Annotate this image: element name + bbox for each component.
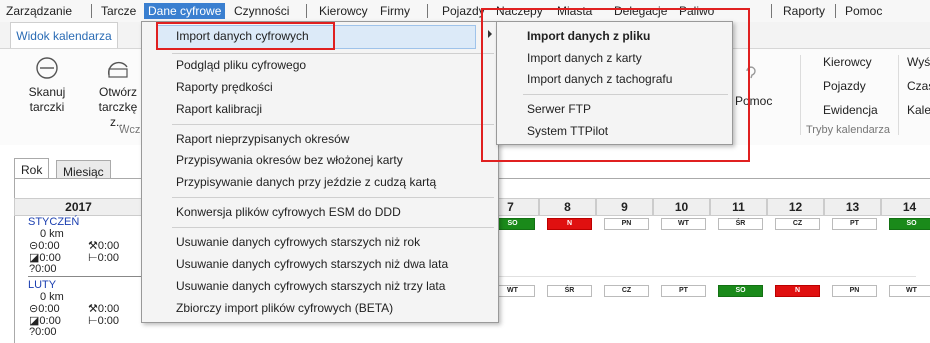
- rest-time: 0:00: [97, 315, 120, 327]
- menu-firmy[interactable]: Firmy: [376, 3, 414, 19]
- open-disc-icon: [108, 61, 128, 78]
- mode-drivers-button[interactable]: Kierowcy: [823, 55, 872, 69]
- ribbon-group-label-left: Wcz: [119, 124, 141, 136]
- annotation-box-submenu: [481, 8, 750, 162]
- day-header: 13: [824, 198, 881, 216]
- day-cell[interactable]: WT: [889, 285, 930, 297]
- menu-pomoc[interactable]: Pomoc: [841, 3, 886, 19]
- day-cell[interactable]: PT: [661, 285, 706, 297]
- scan-disc-button[interactable]: Skanuj tarczki: [18, 55, 76, 115]
- menu-item-assign-foreign-card[interactable]: Przypisywanie danych przy jeździe z cudz…: [176, 173, 436, 191]
- ribbon-group-divider: [898, 55, 899, 135]
- unknown-time: 0:00: [35, 326, 57, 338]
- row-divider: [496, 276, 916, 277]
- menu-separator: [172, 124, 494, 125]
- menu-separator: [172, 197, 494, 198]
- menu-separator: [427, 4, 428, 18]
- day-cell[interactable]: N: [547, 218, 592, 230]
- menu-czynnosci[interactable]: Czynności: [230, 3, 293, 19]
- digital-data-dropdown: Import danych cyfrowych Podgląd pliku cy…: [141, 21, 499, 323]
- rest-time: 0:00: [97, 252, 120, 264]
- day-header: 14: [881, 198, 930, 216]
- day-cell[interactable]: CZ: [604, 285, 649, 297]
- ribbon-option-3[interactable]: Kale: [907, 103, 930, 117]
- ribbon-tab-calendar-view[interactable]: Widok kalendarza: [10, 22, 118, 49]
- day-cell[interactable]: ŚR: [547, 285, 592, 297]
- time-row: ?0:00: [29, 326, 57, 338]
- menu-item-speed-reports[interactable]: Raporty prędkości: [176, 78, 273, 96]
- day-cell[interactable]: PT: [832, 218, 877, 230]
- month-name[interactable]: STYCZEŃ: [28, 216, 79, 228]
- rest-bed-icon: ⊢: [88, 252, 98, 264]
- menu-kierowcy[interactable]: Kierowcy: [315, 3, 372, 19]
- menu-tarcze[interactable]: Tarcze: [97, 3, 140, 19]
- scan-disc-label: Skanuj tarczki: [28, 85, 66, 114]
- menu-item-delete-older-1y[interactable]: Usuwanie danych cyfrowych starszych niż …: [176, 233, 420, 251]
- month-divider: [28, 276, 148, 277]
- time-row: ⊢0:00: [88, 314, 119, 327]
- ribbon-group-divider: [800, 55, 801, 135]
- rest-bed-icon: ⊢: [88, 315, 98, 327]
- day-cell[interactable]: WT: [661, 218, 706, 230]
- day-header: 8: [539, 198, 596, 216]
- day-cell[interactable]: PN: [832, 285, 877, 297]
- menu-separator: [172, 227, 494, 228]
- menu-dane-cyfrowe[interactable]: Dane cyfrowe: [144, 3, 226, 19]
- disc-scan-icon: [36, 57, 58, 79]
- unknown-time: 0:00: [35, 263, 57, 275]
- menu-item-unassigned-periods[interactable]: Raport nieprzypisanych okresów: [176, 130, 349, 148]
- open-disc-label: Otwórz tarczkę z...: [98, 85, 138, 129]
- time-row: ⊢0:00: [88, 251, 119, 264]
- mode-register-button[interactable]: Ewidencja: [823, 103, 878, 117]
- menu-item-convert-esm-ddd[interactable]: Konwersja plików cyfrowych ESM do DDD: [176, 203, 401, 221]
- day-header: 11: [710, 198, 767, 216]
- open-disc-button[interactable]: Otwórz tarczkę z...: [94, 55, 142, 130]
- menu-separator: [91, 4, 92, 18]
- ribbon-option-1[interactable]: Wyś: [907, 55, 930, 69]
- day-cell[interactable]: CZ: [775, 218, 820, 230]
- menu-separator: [172, 53, 494, 54]
- year-header: 2017: [14, 198, 143, 216]
- annotation-box-import: [156, 22, 335, 50]
- menu-raporty[interactable]: Raporty: [779, 3, 829, 19]
- menu-item-bulk-import-beta[interactable]: Zbiorczy import plików cyfrowych (BETA): [176, 299, 393, 317]
- mode-vehicles-button[interactable]: Pojazdy: [823, 79, 866, 93]
- menu-item-preview-file[interactable]: Podgląd pliku cyfrowego: [176, 56, 306, 74]
- menu-item-delete-older-2y[interactable]: Usuwanie danych cyfrowych starszych niż …: [176, 255, 448, 273]
- day-cell[interactable]: SO: [718, 285, 763, 297]
- menu-item-delete-older-3y[interactable]: Usuwanie danych cyfrowych starszych niż …: [176, 277, 445, 295]
- ribbon-option-2[interactable]: Czas: [907, 79, 930, 93]
- day-cell[interactable]: ŚR: [718, 218, 763, 230]
- day-header: 9: [596, 198, 653, 216]
- ribbon-group-label-modes: Tryby kalendarza: [806, 124, 890, 136]
- day-header: 10: [653, 198, 710, 216]
- time-row: ?0:00: [29, 263, 57, 275]
- menu-item-assign-without-card[interactable]: Przypisywania okresów bez włożonej karty: [176, 151, 403, 169]
- menu-zarzadzanie[interactable]: Zarządzanie: [2, 3, 76, 19]
- menu-bar: Zarządzanie Tarcze Dane cyfrowe Czynnośc…: [0, 0, 930, 22]
- day-cell[interactable]: SO: [889, 218, 930, 230]
- menu-item-calibration-report[interactable]: Raport kalibracji: [176, 100, 262, 118]
- menu-separator: [771, 4, 772, 18]
- day-cell[interactable]: PN: [604, 218, 649, 230]
- menu-separator: [306, 4, 307, 18]
- day-cell[interactable]: N: [775, 285, 820, 297]
- month-name[interactable]: LUTY: [28, 279, 56, 291]
- day-header: 12: [767, 198, 824, 216]
- menu-separator: [835, 4, 836, 18]
